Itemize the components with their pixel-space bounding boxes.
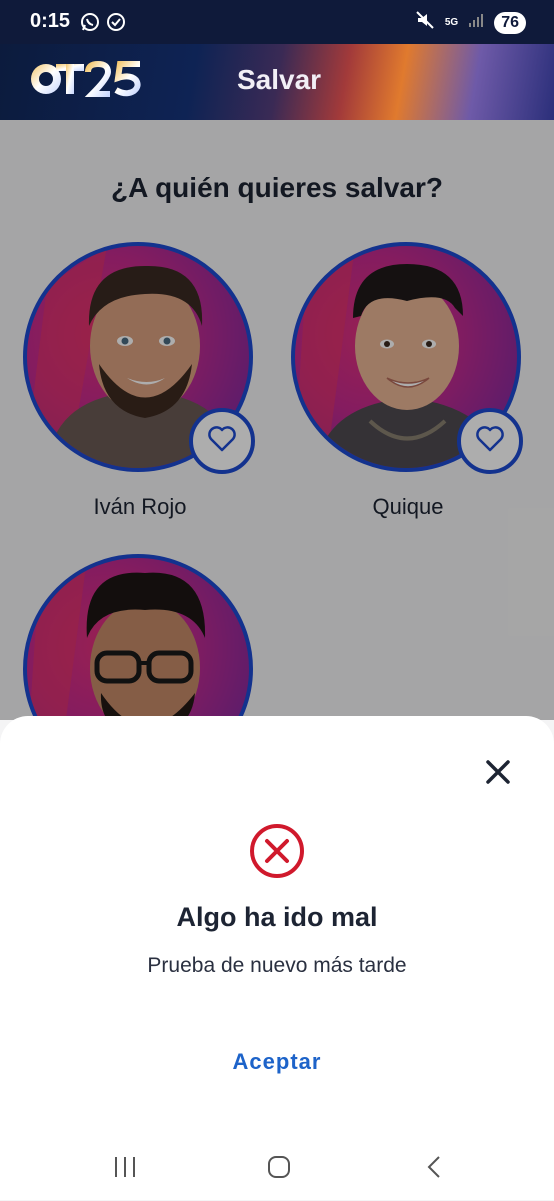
battery-indicator: 76 bbox=[494, 11, 526, 34]
check-circle-icon bbox=[106, 12, 126, 37]
close-button[interactable] bbox=[480, 756, 516, 792]
close-icon bbox=[485, 759, 511, 790]
home-icon[interactable] bbox=[266, 1154, 292, 1185]
signal-icon bbox=[468, 12, 484, 33]
error-icon bbox=[249, 823, 305, 879]
error-message: Prueba de nuevo más tarde bbox=[147, 954, 407, 977]
network-type: 5G bbox=[444, 16, 459, 28]
app-header: Salvar bbox=[0, 44, 554, 120]
whatsapp-icon bbox=[80, 12, 100, 37]
recent-apps-icon[interactable] bbox=[112, 1154, 138, 1185]
modal-backdrop[interactable] bbox=[0, 120, 554, 720]
system-nav-bar bbox=[0, 1136, 554, 1201]
mute-icon bbox=[415, 10, 435, 35]
error-title: Algo ha ido mal bbox=[176, 902, 378, 932]
error-bottom-sheet: Algo ha ido mal Prueba de nuevo más tard… bbox=[0, 716, 554, 1200]
accept-button[interactable]: Aceptar bbox=[207, 1044, 347, 1080]
status-bar: 0:15 5G 76 bbox=[0, 0, 554, 44]
back-icon[interactable] bbox=[422, 1154, 448, 1185]
page-title: Salvar bbox=[237, 64, 322, 95]
status-time: 0:15 bbox=[30, 10, 71, 32]
ot25-logo bbox=[26, 56, 146, 102]
